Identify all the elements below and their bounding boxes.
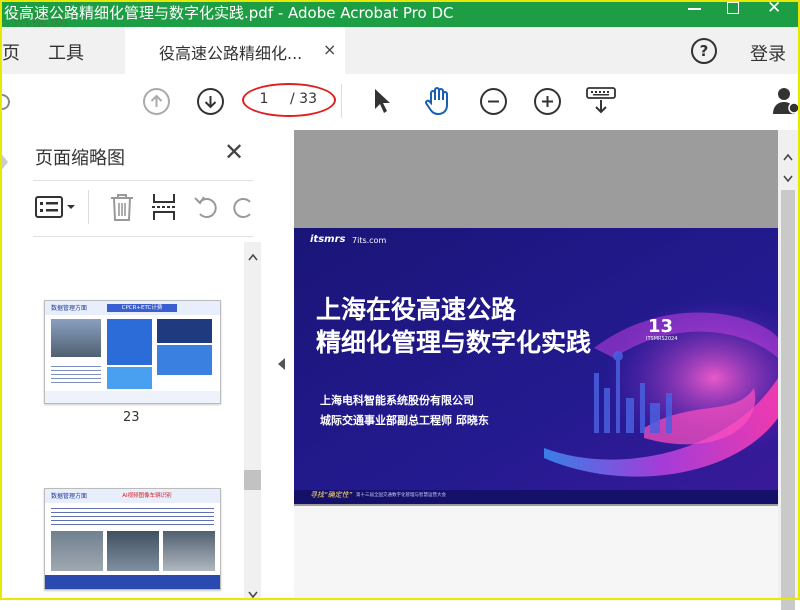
panel-pointer xyxy=(0,152,8,172)
panel-title: 页面缩略图 xyxy=(35,148,125,169)
tab-document[interactable]: 役高速公路精细化... × xyxy=(125,27,345,74)
tab-document-label: 役高速公路精细化... xyxy=(159,44,303,63)
thumbnail-page-23[interactable]: 数据管理方面 CPCR+ETC计费 xyxy=(44,300,221,404)
slide-logo-7its: 7its.com xyxy=(352,236,387,245)
panel-collapse-handle[interactable] xyxy=(272,130,294,600)
login-button[interactable]: 登录 xyxy=(750,40,786,66)
maximize-icon[interactable] xyxy=(727,2,739,14)
slide-background xyxy=(294,228,778,504)
prev-page-icon[interactable] xyxy=(143,88,170,115)
thumbnail-scroll-thumb[interactable] xyxy=(244,470,261,490)
page-thumbnails-panel: 页面缩略图 ✕ 数据管理方面 CPCR+ETC计费 23 数据管理方面 AI视频… xyxy=(0,130,273,600)
toolbar: 1 / 33 xyxy=(0,74,800,131)
pdf-page-next xyxy=(294,506,778,600)
share-user-icon[interactable] xyxy=(772,86,800,120)
document-view[interactable]: itsmrs 7its.com 上海在役高速公路 精细化管理与数字化实践 13 … xyxy=(294,130,778,600)
panel-toolbar-divider xyxy=(88,190,89,224)
toolbar-divider xyxy=(341,84,342,118)
hand-icon[interactable] xyxy=(422,85,454,121)
page-gap xyxy=(294,130,778,226)
menu-toggle-icon[interactable] xyxy=(0,94,10,110)
help-icon[interactable]: ? xyxy=(691,38,717,64)
slide-footer-slogan: 寻找“确定性” xyxy=(310,491,353,499)
tab-close-icon[interactable]: × xyxy=(323,40,336,59)
slide-title-line1: 上海在役高速公路 xyxy=(316,295,517,324)
scroll-up-icon[interactable] xyxy=(783,146,793,165)
scroll-down-icon[interactable] xyxy=(783,168,793,187)
slide-event-sub: ITSMRS2024 xyxy=(646,336,678,342)
delete-page-icon[interactable] xyxy=(108,192,136,226)
title-bar: 迅捷网 役高速公路精细化管理与数字化实践.pdf - Adobe Acrobat… xyxy=(0,0,800,33)
slide-title-line2: 精细化管理与数字化实践 xyxy=(316,328,592,357)
panel-divider xyxy=(33,236,253,237)
minimize-icon[interactable] xyxy=(688,8,701,10)
extract-page-icon[interactable] xyxy=(150,192,178,226)
tab-home[interactable]: 页 xyxy=(2,39,20,65)
panel-divider xyxy=(33,180,253,181)
window-title: 役高速公路精细化管理与数字化实践.pdf - Adobe Acrobat Pro… xyxy=(4,4,454,22)
slide-event-number: 13 xyxy=(648,316,674,337)
thumbnail-heading: 数据管理方面 xyxy=(51,305,88,312)
tab-tools[interactable]: 工具 xyxy=(48,39,84,65)
slide-logo-itsmrs: itsmrs xyxy=(310,234,346,245)
scroll-down-icon[interactable] xyxy=(248,584,258,603)
collapse-left-icon xyxy=(278,358,285,370)
keyboard-icon[interactable] xyxy=(586,86,616,120)
zoom-in-icon[interactable] xyxy=(534,88,561,115)
thumbnail-heading: 数据管理方面 xyxy=(51,493,88,500)
next-page-icon[interactable] xyxy=(197,88,224,115)
tab-bar: 页 工具 役高速公路精细化... × ? 登录 xyxy=(0,27,800,74)
rotate-ccw-icon[interactable] xyxy=(192,194,220,224)
thumbnail-scrollbar[interactable] xyxy=(244,242,261,600)
thumbnail-options-icon[interactable] xyxy=(35,195,79,223)
window-close-icon[interactable]: ✕ xyxy=(767,0,781,18)
thumbnail-banner: CPCR+ETC计费 xyxy=(107,304,177,312)
select-arrow-icon[interactable] xyxy=(372,87,392,119)
slide-footer-conference: 第十三届全国交通数字化管理与智慧运营大会 xyxy=(356,493,446,498)
slide-company: 上海电科智能系统股份有限公司 xyxy=(320,394,474,407)
annotation-ellipse xyxy=(242,83,336,117)
slide-presenter: 城际交通事业部副总工程师 邱晓东 xyxy=(320,414,489,427)
pdf-page-cover: itsmrs 7its.com 上海在役高速公路 精细化管理与数字化实践 13 … xyxy=(294,228,778,504)
panel-close-icon[interactable]: ✕ xyxy=(224,138,244,166)
rotate-cw-icon[interactable] xyxy=(232,194,256,224)
scroll-up-icon[interactable] xyxy=(248,246,258,265)
thumbnail-banner: AI视频图像车辆识别 xyxy=(122,493,172,499)
document-scroll-thumb[interactable] xyxy=(781,190,795,610)
document-scrollbar[interactable] xyxy=(778,130,798,610)
zoom-out-icon[interactable] xyxy=(480,88,507,115)
thumbnail-page-label: 23 xyxy=(123,410,140,425)
thumbnail-page-24[interactable]: 数据管理方面 AI视频图像车辆识别 xyxy=(44,488,221,590)
